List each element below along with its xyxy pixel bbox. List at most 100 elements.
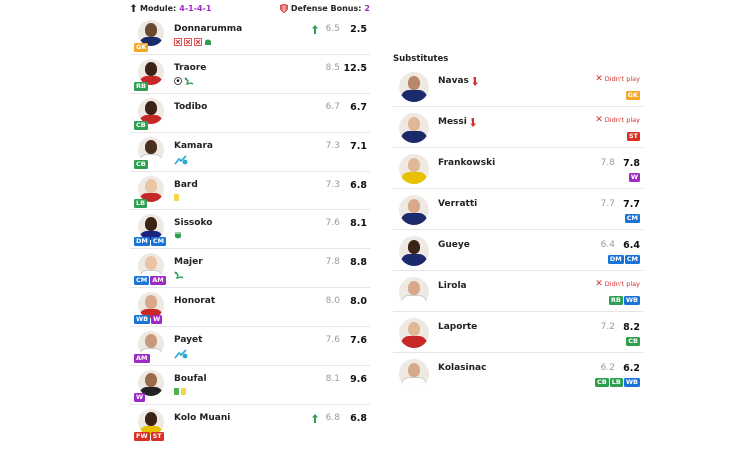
player-fantasy-vote: 7.6 (350, 335, 367, 347)
starter-row[interactable]: WB W Honorat 8.0 8.0 (130, 288, 370, 328)
role-badge: DM (134, 237, 150, 247)
substitute-vote: 6.2 (600, 363, 615, 373)
player-vote: 7.3 (325, 179, 340, 190)
player-vote: 8.1 (325, 374, 340, 385)
substitute-roles: CB LB WB (595, 378, 640, 387)
player-name[interactable]: Kolo Muani (174, 413, 230, 423)
yellow-card-icon (181, 388, 186, 396)
substitute-fantasy-vote: 6.2 (623, 363, 640, 374)
conceded-goal-icon (194, 38, 202, 46)
player-name[interactable]: Sissoko (174, 218, 212, 228)
player-name[interactable]: Traore (174, 63, 206, 73)
player-avatar: WB W (134, 292, 164, 325)
starter-row[interactable]: LB Bard 7.3 6.8 (130, 172, 370, 211)
substitute-name-wrap: Navas (438, 76, 478, 86)
sub-out-icon (174, 349, 188, 359)
player-shirt (401, 172, 427, 184)
substitute-vote: 6.4 (600, 240, 615, 250)
player-photo (399, 195, 429, 225)
role-badge: CM (624, 214, 640, 223)
role-badge: AM (134, 354, 150, 364)
substitute-row[interactable]: Kolasinac 6.2 6.2 CB LB WB (393, 353, 643, 394)
player-face (145, 139, 157, 154)
module-label: Module: (140, 3, 177, 13)
player-roles: CB (134, 120, 148, 130)
player-name[interactable]: Majer (174, 257, 203, 267)
player-avatar: RB (134, 58, 164, 91)
substitute-roles: CM (624, 214, 640, 223)
player-face (408, 363, 420, 377)
starter-row[interactable]: W Boufal 8.1 9.6 (130, 366, 370, 405)
player-vote: 8.5 (325, 62, 340, 73)
conceded-goal-icon (174, 38, 182, 46)
player-face (145, 411, 157, 426)
close-icon: ✕ (595, 115, 603, 125)
player-avatar: DM CM (134, 214, 167, 247)
substitute-name[interactable]: Verratti (438, 199, 477, 209)
substitute-name[interactable]: Kolasinac (438, 363, 486, 373)
starter-row[interactable]: FW ST Kolo Muani 6.8 6.8 (130, 405, 370, 444)
player-name[interactable]: Kamara (174, 141, 213, 151)
defense-bonus-label: Defense Bonus: (290, 3, 362, 13)
player-roles: CM AM (134, 276, 166, 286)
substitute-row[interactable]: Messi ✕ Didn't play ST (393, 107, 643, 148)
didnt-play-text: Didn't play (604, 116, 640, 124)
substitute-name[interactable]: Gueye (438, 240, 470, 250)
player-face (145, 100, 157, 115)
role-badge: LB (134, 198, 148, 208)
substitute-name[interactable]: Navas (438, 76, 469, 86)
substitute-row[interactable]: Frankowski 7.8 7.8 W (393, 148, 643, 189)
player-name[interactable]: Boufal (174, 374, 207, 384)
player-fantasy-vote: 12.5 (343, 62, 367, 74)
substitute-row[interactable]: Gueye 6.4 6.4 DM CM (393, 230, 643, 271)
role-badge: AM (150, 276, 166, 286)
substitute-roles: GK (625, 91, 640, 100)
player-avatar: CB (134, 97, 164, 130)
substitute-name[interactable]: Messi (438, 117, 467, 127)
player-avatar: W (134, 370, 164, 403)
substitute-roles: RB WB (608, 296, 640, 305)
substitute-name[interactable]: Frankowski (438, 158, 495, 168)
role-badge: W (628, 173, 640, 182)
player-name[interactable]: Payet (174, 335, 202, 345)
starter-row[interactable]: DM CM Sissoko 7.6 8.1 (130, 210, 370, 250)
substitute-row[interactable]: Lirola ✕ Didn't play RB WB (393, 271, 643, 312)
starter-row[interactable]: RB Traore 8.5 12.5 (130, 55, 370, 94)
substitute-row[interactable]: Navas ✕ Didn't play GK (393, 66, 643, 107)
player-face (408, 240, 420, 254)
player-shirt (401, 295, 427, 307)
substitute-name[interactable]: Laporte (438, 322, 477, 332)
substitute-row[interactable]: Laporte 7.2 8.2 CB (393, 312, 643, 353)
player-shirt (401, 90, 427, 102)
player-vote: 7.8 (325, 257, 340, 268)
role-badge: CB (134, 120, 148, 130)
defense-bonus-value: 2 (364, 3, 370, 13)
role-badge: GK (134, 43, 149, 52)
player-name[interactable]: Bard (174, 180, 198, 190)
role-badge: CB (595, 378, 609, 387)
substitutes-title: Substitutes (393, 54, 449, 64)
role-badge: CM (150, 237, 167, 247)
player-name[interactable]: Todibo (174, 102, 207, 112)
player-fantasy-vote: 6.7 (350, 101, 367, 113)
player-face (408, 76, 420, 90)
role-badge: RB (134, 81, 148, 91)
substitute-row[interactable]: Verratti 7.7 7.7 CM (393, 189, 643, 230)
substitute-name[interactable]: Lirola (438, 281, 467, 291)
starter-row[interactable]: CM AM Majer 7.8 8.8 (130, 249, 370, 289)
substitute-fantasy-vote: 7.7 (623, 199, 640, 210)
player-fantasy-vote: 8.1 (350, 218, 367, 230)
starter-row[interactable]: GK Donnarumma 6.5 2.5 (130, 16, 370, 55)
role-badge: WB (134, 315, 151, 325)
player-events (174, 271, 184, 280)
assist-icon (184, 77, 194, 85)
player-name[interactable]: Honorat (174, 296, 215, 306)
starter-row[interactable]: CB Todibo 6.7 6.7 (130, 94, 370, 133)
starter-row[interactable]: AM Payet 7.6 7.6 (130, 327, 370, 367)
conceded-goal-icon (184, 38, 192, 46)
role-badge: ST (150, 431, 164, 441)
player-photo (399, 236, 429, 266)
player-events (174, 349, 188, 359)
player-name[interactable]: Donnarumma (174, 24, 242, 34)
starter-row[interactable]: CB Kamara 7.3 7.1 (130, 133, 370, 172)
